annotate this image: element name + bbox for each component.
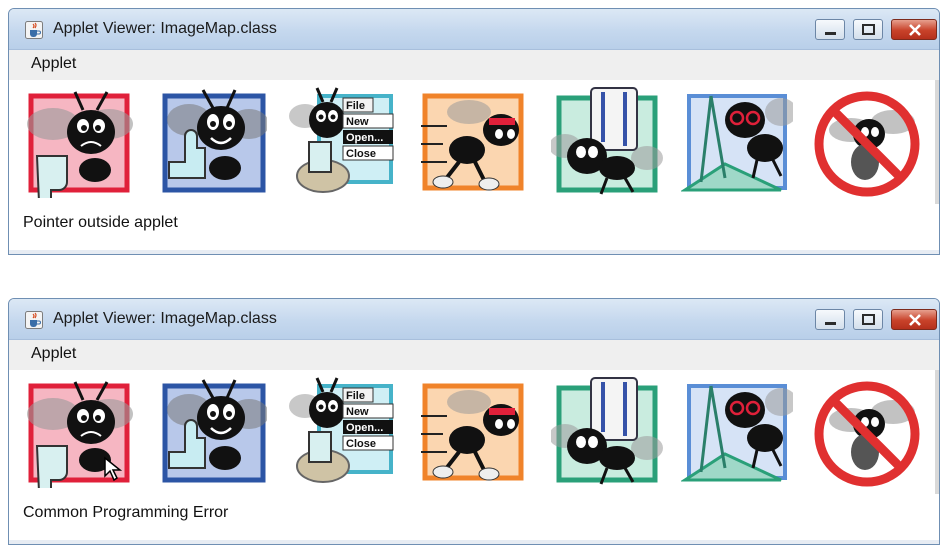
image-bug-carrying-books[interactable] xyxy=(549,376,663,488)
menu-picture-close: Close xyxy=(346,148,376,160)
minimize-icon xyxy=(825,32,836,35)
image-bug-thumbs-up[interactable] xyxy=(155,86,269,198)
java-cup-icon xyxy=(25,311,43,329)
bug-carrying-books-icon xyxy=(549,87,663,195)
maximize-button[interactable] xyxy=(853,19,883,40)
image-running-bug[interactable] xyxy=(419,86,531,198)
minimize-button[interactable] xyxy=(815,19,845,40)
maximize-icon xyxy=(862,314,875,325)
title-bar[interactable]: Applet Viewer: ImageMap.class xyxy=(9,9,939,50)
menu-bar: Applet xyxy=(9,50,939,80)
no-bugs-icon xyxy=(814,91,920,197)
right-edge xyxy=(935,370,939,494)
menu-bar: Applet xyxy=(9,340,939,370)
close-icon xyxy=(909,314,921,326)
minimize-button[interactable] xyxy=(815,309,845,330)
minimize-icon xyxy=(825,322,836,325)
menu-applet[interactable]: Applet xyxy=(31,345,76,363)
image-bug-carrying-books[interactable] xyxy=(549,86,663,198)
bug-thumbs-down-icon xyxy=(27,91,133,203)
window-title: Applet Viewer: ImageMap.class xyxy=(53,20,277,37)
no-bugs-icon xyxy=(814,381,920,487)
bug-with-compass-icon xyxy=(679,94,797,192)
running-bug-icon xyxy=(421,93,524,191)
applet-viewer-window-2: Applet Viewer: ImageMap.class Applet Fil… xyxy=(8,298,940,545)
bug-menu-mouse-icon: File New Open... Close xyxy=(289,377,394,483)
close-button[interactable] xyxy=(891,19,937,40)
menu-picture-new: New xyxy=(346,116,369,128)
bug-thumbs-up-icon xyxy=(162,379,269,483)
menu-picture-close: Close xyxy=(346,438,376,450)
java-cup-icon xyxy=(25,21,43,39)
right-edge xyxy=(935,80,939,204)
image-bug-with-compass[interactable] xyxy=(679,86,797,198)
bug-menu-mouse-icon: File New Open... Close xyxy=(289,87,394,193)
close-button[interactable] xyxy=(891,309,937,330)
status-bar-text: Pointer outside applet xyxy=(23,214,178,231)
image-bug-menu-mouse[interactable]: File New Open... Close xyxy=(289,86,401,198)
window-title: Applet Viewer: ImageMap.class xyxy=(53,310,277,327)
image-no-bugs[interactable] xyxy=(811,376,923,488)
bug-carrying-books-icon xyxy=(549,377,663,485)
image-bug-thumbs-down[interactable] xyxy=(23,86,135,203)
image-bug-menu-mouse[interactable]: File New Open... Close xyxy=(289,376,401,488)
maximize-icon xyxy=(862,24,875,35)
menu-picture-file: File xyxy=(346,100,365,112)
window-bottom-border xyxy=(9,250,939,254)
bug-with-compass-icon xyxy=(679,384,797,482)
title-bar[interactable]: Applet Viewer: ImageMap.class xyxy=(9,299,939,340)
image-bug-thumbs-up[interactable] xyxy=(155,376,269,488)
menu-picture-open: Open... xyxy=(346,422,383,434)
close-icon xyxy=(909,24,921,36)
menu-applet[interactable]: Applet xyxy=(31,55,76,73)
maximize-button[interactable] xyxy=(853,309,883,330)
image-map-area[interactable]: File New Open... Close xyxy=(9,80,939,204)
image-no-bugs[interactable] xyxy=(811,86,923,198)
menu-picture-new: New xyxy=(346,406,369,418)
image-bug-with-compass[interactable] xyxy=(679,376,797,488)
applet-viewer-window-1: Applet Viewer: ImageMap.class Applet Fil… xyxy=(8,8,940,255)
running-bug-icon xyxy=(421,383,524,481)
image-map-area[interactable]: File New Open... Close xyxy=(9,370,939,494)
menu-picture-file: File xyxy=(346,390,365,402)
window-bottom-border xyxy=(9,540,939,544)
status-bar-text: Common Programming Error xyxy=(23,504,229,521)
mouse-cursor-icon xyxy=(104,456,123,482)
bug-thumbs-up-icon xyxy=(162,89,269,193)
image-running-bug[interactable] xyxy=(419,376,531,488)
image-bug-thumbs-down[interactable] xyxy=(23,376,135,493)
menu-picture-open: Open... xyxy=(346,132,383,144)
